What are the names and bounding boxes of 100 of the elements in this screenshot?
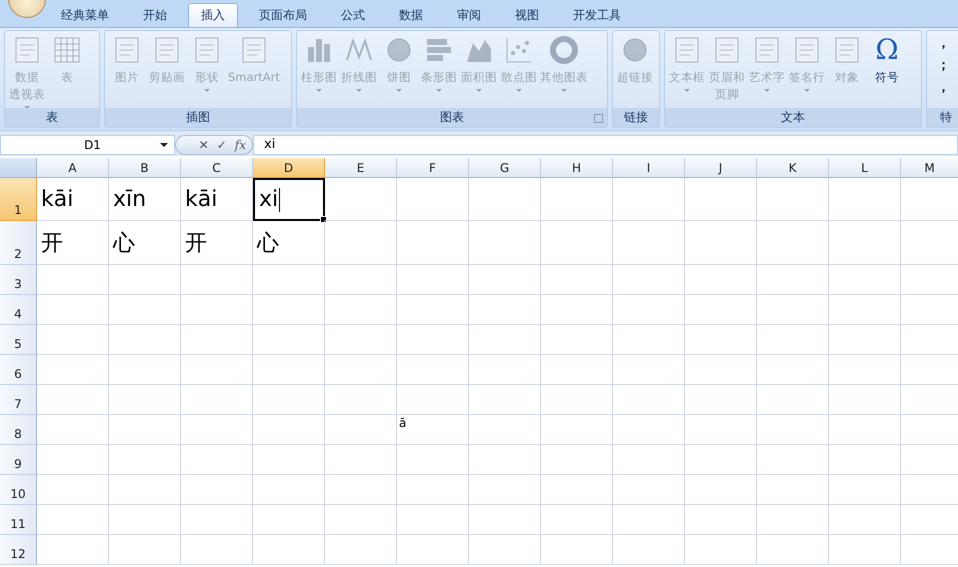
table-cell <box>829 505 901 535</box>
table-cell <box>685 295 757 325</box>
symbol-text[interactable]: ； <box>937 55 950 77</box>
table-cell <box>37 415 109 445</box>
ribbon-tab[interactable]: 插入 <box>188 3 238 27</box>
table-cell <box>613 325 685 355</box>
table-cell <box>613 505 685 535</box>
table-cell <box>685 385 757 415</box>
table-cell <box>757 445 829 475</box>
row-header[interactable]: 2 <box>0 221 37 265</box>
table-cell <box>613 295 685 325</box>
table-cell <box>181 295 253 325</box>
row-header[interactable]: 11 <box>0 505 37 535</box>
row-header[interactable]: 4 <box>0 295 37 325</box>
table-cell <box>541 221 613 265</box>
formula-input[interactable]: xi <box>253 135 958 155</box>
table-cell <box>541 505 613 535</box>
ribbon-tab[interactable]: 审阅 <box>444 3 494 27</box>
column-header[interactable]: I <box>613 158 685 178</box>
table-cell <box>253 415 325 445</box>
table-cell <box>397 295 469 325</box>
group-label: 图表 <box>440 109 464 126</box>
table-cell <box>37 355 109 385</box>
table-cell <box>541 355 613 385</box>
table-cell <box>613 355 685 385</box>
symbol-text[interactable]: ， <box>937 33 950 55</box>
ribbon-tab[interactable]: 经典菜单 <box>48 3 122 27</box>
table-cell <box>325 385 397 415</box>
table-cell <box>181 415 253 445</box>
ribbon-tab[interactable]: 页面布局 <box>246 3 320 27</box>
row-header[interactable]: 1 <box>0 178 37 221</box>
row-header[interactable]: 10 <box>0 475 37 505</box>
table-cell <box>757 178 829 221</box>
symbol-text[interactable]: ， <box>937 77 950 99</box>
ribbon-tab[interactable]: 公式 <box>328 3 378 27</box>
row-header[interactable]: 3 <box>0 265 37 295</box>
row-header[interactable]: 5 <box>0 325 37 355</box>
table-cell: kāi <box>181 178 253 221</box>
select-all-corner[interactable] <box>0 158 37 178</box>
table-cell <box>253 265 325 295</box>
table-cell: xi <box>253 178 325 221</box>
group-label: 插图 <box>186 109 210 126</box>
table-icon <box>52 35 82 65</box>
ime-candidate-text: ā <box>399 416 406 430</box>
column-header[interactable]: D <box>253 158 325 178</box>
column-header[interactable]: G <box>469 158 541 178</box>
column-header[interactable]: H <box>541 158 613 178</box>
table-cell <box>37 535 109 565</box>
table-cell <box>253 475 325 505</box>
row-header[interactable]: 7 <box>0 385 37 415</box>
table-cell <box>541 445 613 475</box>
table-cell <box>253 325 325 355</box>
column-header[interactable]: E <box>325 158 397 178</box>
ribbon-tab[interactable]: 开始 <box>130 3 180 27</box>
table-cell <box>469 535 541 565</box>
ribbon-tab[interactable]: 开发工具 <box>560 3 634 27</box>
row-header[interactable]: 12 <box>0 535 37 565</box>
group-label: 文本 <box>781 109 805 126</box>
table-cell <box>469 415 541 445</box>
table-cell <box>469 475 541 505</box>
table-cell <box>109 265 181 295</box>
table-cell <box>109 535 181 565</box>
name-box[interactable]: D1 <box>0 135 175 155</box>
table-cell <box>469 385 541 415</box>
ribbon-tab[interactable]: 数据 <box>386 3 436 27</box>
table-cell <box>397 385 469 415</box>
table-cell: 开 <box>181 221 253 265</box>
table-cell <box>109 415 181 445</box>
table-cell <box>685 445 757 475</box>
column-header[interactable]: J <box>685 158 757 178</box>
donut-chart-icon <box>549 35 579 65</box>
table-cell <box>541 475 613 505</box>
table-cell <box>541 295 613 325</box>
table-cell: 心 <box>253 221 325 265</box>
column-header[interactable]: L <box>829 158 901 178</box>
row-header[interactable]: 8 <box>0 415 37 445</box>
ribbon-button[interactable]: Ω 符号 <box>867 33 907 108</box>
table-cell <box>469 265 541 295</box>
column-header[interactable]: M <box>901 158 958 178</box>
table-cell <box>613 221 685 265</box>
table-cell <box>757 385 829 415</box>
table-cell <box>109 355 181 385</box>
row-header[interactable]: 6 <box>0 355 37 385</box>
row-header[interactable]: 9 <box>0 445 37 475</box>
table-cell <box>181 355 253 385</box>
column-header[interactable]: B <box>109 158 181 178</box>
group-label: 表 <box>46 109 58 126</box>
dialog-launcher-icon[interactable] <box>594 114 603 123</box>
table-cell <box>541 178 613 221</box>
table-cell <box>541 265 613 295</box>
table-cell <box>757 295 829 325</box>
column-header[interactable]: F <box>397 158 469 178</box>
column-header[interactable]: A <box>37 158 109 178</box>
column-header[interactable]: K <box>757 158 829 178</box>
table-cell <box>253 295 325 325</box>
column-header[interactable]: C <box>181 158 253 178</box>
ribbon-tab[interactable]: 视图 <box>502 3 552 27</box>
table-cell <box>37 325 109 355</box>
table-cell <box>397 355 469 385</box>
table-cell <box>37 265 109 295</box>
